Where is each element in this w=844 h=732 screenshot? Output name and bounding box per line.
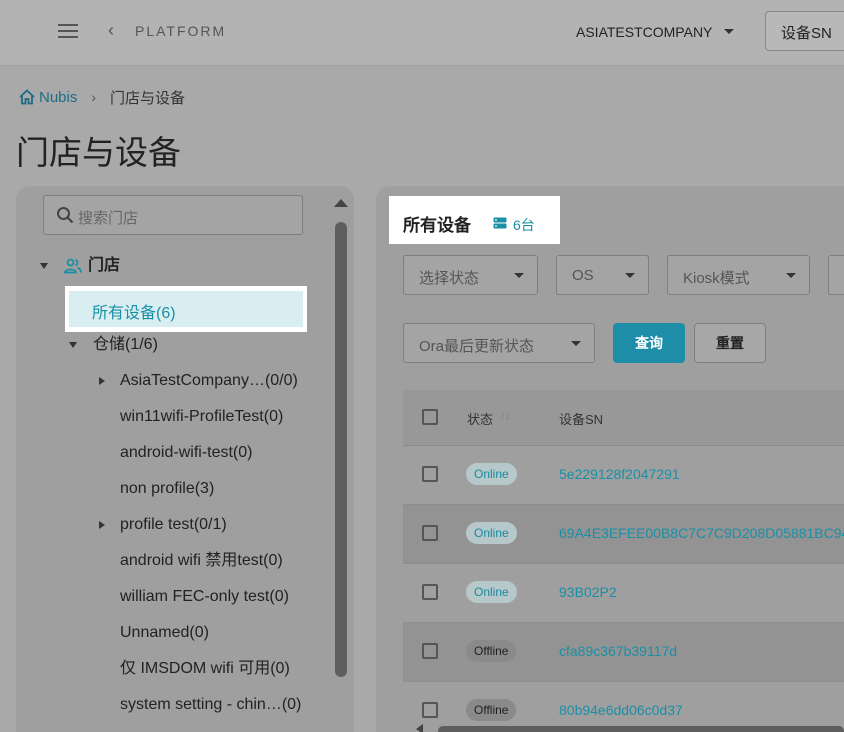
query-button[interactable]: 查询 [613, 323, 685, 363]
column-header-sn[interactable]: 设备SN [559, 409, 603, 428]
sort-icon[interactable]: ↑↓ [500, 410, 510, 422]
caret-right-icon[interactable] [99, 377, 105, 385]
caret-right-icon[interactable] [99, 521, 105, 529]
status-select-label: 选择状态 [419, 270, 480, 287]
caret-down-icon[interactable] [40, 262, 48, 269]
reset-button[interactable]: 重置 [694, 323, 766, 363]
vertical-scrollbar[interactable] [335, 222, 347, 677]
dropdown-arrow-icon [571, 341, 581, 346]
status-badge: Offline [466, 640, 517, 662]
menu-icon[interactable] [58, 24, 78, 40]
store-search-input[interactable]: 搜索门店 [43, 195, 303, 235]
ora-select-label: Ora最后更新状态 [419, 338, 535, 355]
status-badge: Online [466, 463, 517, 485]
tree-item[interactable]: william FEC-only test(0) [120, 585, 289, 609]
chevron-left-icon[interactable]: ‹ [108, 20, 114, 41]
device-sn-button[interactable]: 设备SN [765, 11, 844, 51]
company-selector[interactable]: ASIATESTCOMPANY [576, 24, 712, 40]
tree-item-all-devices[interactable]: 所有设备(6) [65, 286, 307, 332]
dropdown-arrow-icon [786, 273, 796, 278]
all-devices-title: 所有设备 [403, 216, 471, 235]
device-count: 6台 [513, 217, 535, 233]
platform-label[interactable]: PLATFORM [135, 23, 226, 39]
tree-item-group[interactable]: 仓储(1/6) [93, 333, 158, 357]
tree-item[interactable]: 仅 IMSDOM wifi 可用(0) [120, 657, 290, 681]
device-sn-link[interactable]: 69A4E3EFEE00B8C7C7C9D208D05881BC945 [559, 525, 844, 541]
row-checkbox[interactable] [422, 525, 438, 541]
group-toggle[interactable] [69, 333, 77, 357]
device-sn-link[interactable]: 80b94e6dd06c0d37 [559, 702, 683, 718]
os-select-label: OS [572, 267, 594, 284]
scroll-left-arrow[interactable] [416, 724, 423, 732]
dropdown-arrow-icon [514, 273, 524, 278]
status-badge: Online [466, 522, 517, 544]
top-bar: ‹ PLATFORM ASIATESTCOMPANY 设备SN [0, 0, 844, 66]
tree-item[interactable]: android wifi 禁用test(0) [120, 549, 283, 573]
horizontal-scrollbar[interactable] [438, 726, 844, 732]
status-badge: Online [466, 581, 517, 603]
tree-item[interactable]: win11wifi-ProfileTest(0) [120, 405, 283, 429]
row-checkbox[interactable] [422, 643, 438, 659]
tree-item-label: 所有设备(6) [92, 305, 176, 322]
row-checkbox[interactable] [422, 584, 438, 600]
column-header-status[interactable]: 状态 [467, 409, 493, 428]
chevron-right-icon: › [91, 89, 97, 105]
all-devices-header: 所有设备 6台 [389, 196, 560, 244]
status-select[interactable]: 选择状态 [403, 255, 538, 295]
caret-down-icon[interactable] [69, 341, 77, 348]
dropdown-arrow-icon [625, 273, 635, 278]
select-all-checkbox[interactable] [422, 409, 438, 425]
search-placeholder: 搜索门店 [78, 210, 139, 227]
breadcrumb: Nubis › 门店与设备 [18, 87, 185, 107]
tree-item[interactable]: AsiaTestCompany…(0/0) [120, 369, 298, 393]
tree-root-toggle[interactable] [40, 254, 48, 278]
search-icon [57, 207, 74, 224]
server-icon [493, 217, 507, 229]
page-title: 门店与设备 [16, 134, 181, 171]
home-icon[interactable] [18, 88, 36, 106]
breadcrumb-current: 门店与设备 [110, 89, 186, 107]
chevron-down-icon[interactable] [724, 29, 734, 34]
device-sn-link[interactable]: 93B02P2 [559, 584, 617, 600]
breadcrumb-root[interactable]: Nubis [39, 89, 77, 106]
kiosk-select-label: Kiosk模式 [683, 270, 750, 287]
device-sn-link[interactable]: 5e229128f2047291 [559, 466, 680, 482]
users-icon [64, 258, 82, 274]
tree-item[interactable]: system setting - chin…(0) [120, 693, 301, 717]
row-checkbox[interactable] [422, 466, 438, 482]
row-checkbox[interactable] [422, 702, 438, 718]
tree-item[interactable]: profile test(0/1) [120, 513, 227, 537]
ora-status-select[interactable]: Ora最后更新状态 [403, 323, 595, 363]
scroll-up-arrow[interactable] [334, 199, 348, 207]
kiosk-mode-select[interactable]: Kiosk模式 [667, 255, 810, 295]
tree-item[interactable]: android-wifi-test(0) [120, 441, 252, 465]
os-select[interactable]: OS [556, 255, 649, 295]
tree-item[interactable]: non profile(3) [120, 477, 214, 501]
tree-item[interactable]: Unnamed(0) [120, 621, 209, 645]
status-badge: Offline [466, 699, 517, 721]
tree-root-label[interactable]: 门店 [88, 254, 120, 278]
extra-filter-select[interactable] [828, 255, 844, 295]
device-sn-link[interactable]: cfa89c367b39117d [559, 643, 677, 659]
